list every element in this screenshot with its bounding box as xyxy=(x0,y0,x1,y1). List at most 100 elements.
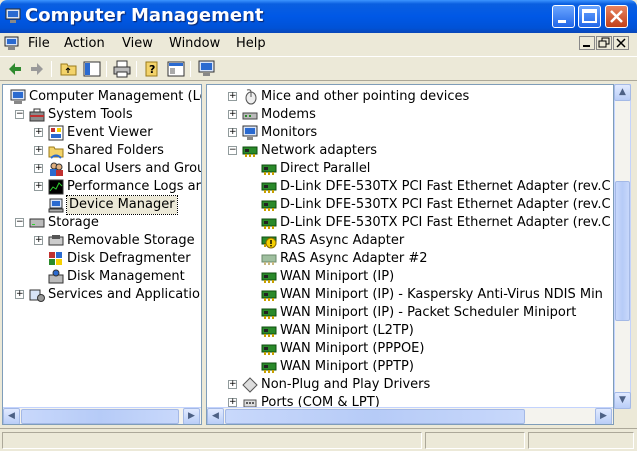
show-hide-console-tree-icon[interactable] xyxy=(83,60,101,78)
device-tree-item[interactable]: Direct Parallel xyxy=(207,160,613,178)
expand-toggle[interactable]: + xyxy=(34,182,43,191)
network-adapter-icon xyxy=(261,164,277,175)
device-tree-item[interactable]: + Non-Plug and Play Drivers xyxy=(207,376,613,394)
event-viewer-icon xyxy=(48,125,64,141)
menu-bar: File Action View Window Help xyxy=(0,33,637,55)
expand-toggle[interactable]: + xyxy=(228,92,237,101)
right-horizontal-scrollbar[interactable]: ◀ ▶ xyxy=(207,407,613,424)
scroll-right-button[interactable]: ▶ xyxy=(595,408,612,424)
maximize-button[interactable] xyxy=(578,5,601,28)
right-scroll-thumb[interactable] xyxy=(225,409,525,424)
maximize-icon xyxy=(582,9,597,23)
console-tree-item[interactable]: + Removable Storage xyxy=(3,232,201,250)
console-tree-item[interactable]: Device Manager xyxy=(3,195,201,215)
console-tree-item[interactable]: Disk Defragmenter xyxy=(3,250,201,268)
title-bar[interactable]: Computer Management xyxy=(0,0,637,33)
menu-action[interactable]: Action xyxy=(64,36,105,51)
collapse-toggle[interactable]: − xyxy=(228,146,237,155)
help-icon[interactable]: ? xyxy=(144,60,162,78)
device-tree-item[interactable]: − Network adapters xyxy=(207,142,613,160)
print-icon[interactable] xyxy=(113,60,131,78)
device-tree-item[interactable]: WAN Miniport (PPPOE) xyxy=(207,340,613,358)
defrag-icon xyxy=(49,252,62,265)
device-tree-item[interactable]: WAN Miniport (IP) - Packet Scheduler Min… xyxy=(207,304,613,322)
console-tree-item[interactable]: − Storage xyxy=(3,214,201,232)
status-bar xyxy=(0,428,637,451)
console-tree-item-label: System Tools xyxy=(48,107,133,122)
console-tree-item[interactable]: − System Tools xyxy=(3,106,201,124)
mdi-minimize-button[interactable] xyxy=(579,36,595,50)
forward-arrow-icon[interactable] xyxy=(28,60,46,78)
console-tree-item[interactable]: + Local Users and Grou xyxy=(3,160,201,178)
expand-toggle[interactable]: + xyxy=(15,290,24,299)
console-tree-item[interactable]: + Services and Application xyxy=(3,286,201,304)
console-tree-item-label: Services and Application xyxy=(48,287,202,302)
mouse-icon xyxy=(245,89,257,105)
back-arrow-icon[interactable] xyxy=(6,60,24,78)
menu-window[interactable]: Window xyxy=(169,36,220,51)
console-tree-item[interactable]: + Shared Folders xyxy=(3,142,201,160)
menu-view[interactable]: View xyxy=(122,36,153,51)
device-tree-item-label: RAS Async Adapter #2 xyxy=(280,251,428,266)
device-tree-item[interactable]: WAN Miniport (L2TP) xyxy=(207,322,613,340)
device-tree-item[interactable]: RAS Async Adapter #2 xyxy=(207,250,613,268)
device-tree-item[interactable]: WAN Miniport (IP) - Kaspersky Anti-Virus… xyxy=(207,286,613,304)
network-adapter-icon xyxy=(261,272,277,283)
expand-toggle[interactable]: + xyxy=(34,128,43,137)
console-tree-item[interactable]: Disk Management xyxy=(3,268,201,286)
device-tree-item[interactable]: D-Link DFE-530TX PCI Fast Ethernet Adapt… xyxy=(207,196,613,214)
left-horizontal-scrollbar[interactable]: ◀ ▶ xyxy=(3,407,201,424)
mmc-document-icon[interactable] xyxy=(4,36,21,52)
left-scroll-thumb[interactable] xyxy=(21,409,179,424)
collapse-toggle[interactable]: − xyxy=(15,110,24,119)
device-tree-item-label: Modems xyxy=(261,107,316,122)
scroll-right-button[interactable]: ▶ xyxy=(183,408,200,424)
device-tree-item[interactable]: + Mice and other pointing devices xyxy=(207,88,613,106)
console-tree-item[interactable]: Computer Management (Lo xyxy=(3,88,201,106)
vertical-scroll-thumb[interactable] xyxy=(615,181,630,321)
scroll-up-button[interactable]: ▲ xyxy=(614,84,631,101)
scan-hardware-icon[interactable] xyxy=(198,60,216,78)
mdi-close-button[interactable] xyxy=(613,36,629,50)
device-tree-item[interactable]: D-Link DFE-530TX PCI Fast Ethernet Adapt… xyxy=(207,178,613,196)
console-tree-item[interactable]: + Performance Logs ar xyxy=(3,178,201,196)
device-tree-item[interactable]: WAN Miniport (IP) xyxy=(207,268,613,286)
device-tree-item-label: WAN Miniport (IP) - Packet Scheduler Min… xyxy=(280,305,577,320)
close-button[interactable] xyxy=(605,5,628,28)
expand-toggle[interactable]: + xyxy=(228,110,237,119)
minimize-button[interactable] xyxy=(552,5,575,28)
expand-toggle[interactable]: + xyxy=(34,236,43,245)
console-tree-item-label: Event Viewer xyxy=(67,125,153,140)
modem-icon xyxy=(242,112,258,120)
restore-icon xyxy=(598,37,610,48)
scroll-left-button[interactable]: ◀ xyxy=(207,408,224,424)
scroll-left-button[interactable]: ◀ xyxy=(3,408,20,424)
monitor-icon xyxy=(242,125,258,140)
scroll-down-button[interactable]: ▼ xyxy=(614,392,631,409)
collapse-toggle[interactable]: − xyxy=(15,218,24,227)
expand-toggle[interactable]: + xyxy=(228,398,237,407)
console-tree-pane[interactable]: Computer Management (Lo − System Tools + Eve… xyxy=(2,84,202,425)
toolbox-icon xyxy=(29,108,45,122)
device-tree-item[interactable]: D-Link DFE-530TX PCI Fast Ethernet Adapt… xyxy=(207,214,613,232)
device-tree-item-label: Non-Plug and Play Drivers xyxy=(261,377,431,392)
expand-toggle[interactable]: + xyxy=(34,146,43,155)
device-list-pane[interactable]: + Mice and other pointing devices + Modems +… xyxy=(206,84,614,425)
device-tree-item[interactable]: RAS Async Adapter xyxy=(207,232,613,250)
expand-toggle[interactable]: + xyxy=(228,380,237,389)
up-folder-icon[interactable] xyxy=(60,60,78,78)
properties-icon[interactable] xyxy=(167,60,185,78)
right-vertical-scrollbar[interactable]: ▲ ▼ xyxy=(614,84,631,409)
device-tree-item[interactable]: WAN Miniport (PPTP) xyxy=(207,358,613,376)
device-tree-item[interactable]: + Modems xyxy=(207,106,613,124)
console-tree-item-label: Shared Folders xyxy=(67,143,164,158)
device-tree-item-label: Network adapters xyxy=(261,143,378,158)
network-adapter-icon xyxy=(261,362,277,373)
mdi-restore-button[interactable] xyxy=(596,36,612,50)
menu-file[interactable]: File xyxy=(28,36,50,51)
menu-help[interactable]: Help xyxy=(236,36,266,51)
device-tree-item[interactable]: + Monitors xyxy=(207,124,613,142)
console-tree-item[interactable]: + Event Viewer xyxy=(3,124,201,142)
expand-toggle[interactable]: + xyxy=(34,164,43,173)
expand-toggle[interactable]: + xyxy=(228,128,237,137)
